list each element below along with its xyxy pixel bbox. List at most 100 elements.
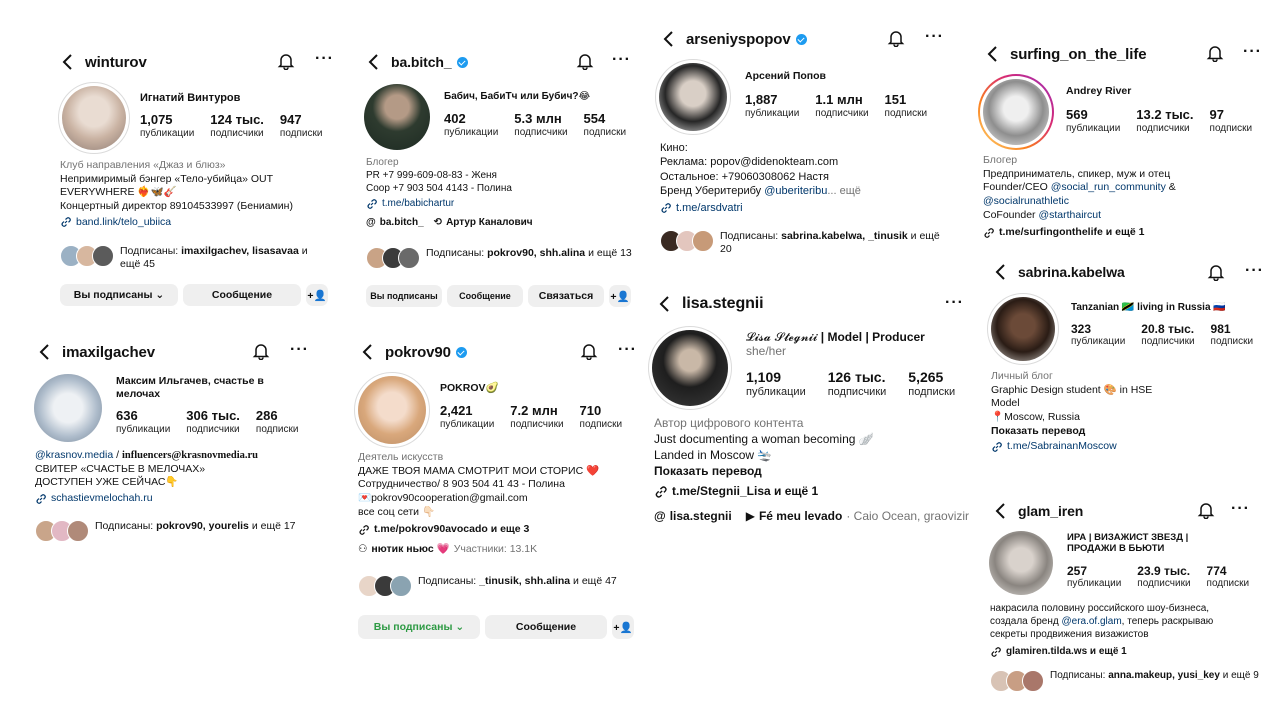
following-button[interactable]: Вы подписаны (366, 285, 442, 307)
profile-avatar[interactable] (655, 59, 731, 135)
back-arrow-icon[interactable] (658, 29, 678, 49)
mutual-followers[interactable]: Подписаны: _tinusik, shh.alina и ещё 47 (358, 575, 638, 597)
translate-link[interactable]: Показать перевод (654, 464, 970, 480)
profile-avatar[interactable] (354, 372, 430, 448)
back-arrow-icon[interactable] (990, 262, 1010, 282)
back-arrow-icon[interactable] (982, 44, 1002, 64)
stat-followers[interactable]: 124 тыс. подписчики (210, 112, 264, 140)
bio-link[interactable]: glamiren.tilda.ws и ещё 1 (990, 645, 1277, 658)
broadcast-channel[interactable]: ⚇ нютик ньюс 💗 Участники: 13.1K (358, 543, 642, 557)
bell-icon[interactable] (1197, 501, 1215, 519)
mention-link[interactable]: @starthaircut (1038, 209, 1101, 221)
back-arrow-icon[interactable] (990, 501, 1010, 521)
profile-avatar[interactable] (987, 293, 1059, 365)
mutual-followers[interactable]: Подписаны: pokrov90, shh.alina и ещё 13 (366, 247, 634, 269)
bell-icon[interactable] (1206, 44, 1224, 62)
add-user-icon[interactable]: +👤 (306, 284, 328, 306)
bio-link[interactable]: schastievmelochah.ru (35, 492, 320, 506)
bell-icon[interactable] (252, 342, 270, 360)
stat-followers[interactable]: 20.8 тыс. подписчики (1141, 322, 1194, 348)
profile-avatar[interactable] (34, 374, 102, 442)
mention-link[interactable]: @socialrunathletic (983, 195, 1278, 209)
bio-link[interactable]: t.me/babichartur (366, 197, 636, 210)
bio-link[interactable]: t.me/Stegnii_Lisa и ещё 1 (654, 484, 970, 500)
bio-link[interactable]: t.me/SabrainanMoscow (991, 440, 1277, 454)
mention-link[interactable]: @era.of.glam (1061, 616, 1121, 627)
stat-followers[interactable]: 5.3 млн подписчики (514, 111, 567, 139)
more-options-icon[interactable]: ··· (1245, 263, 1264, 279)
profile-avatar[interactable] (364, 84, 430, 150)
message-button[interactable]: Сообщение (183, 284, 301, 306)
bell-icon[interactable] (580, 342, 598, 360)
stat-posts[interactable]: 636 публикации (116, 408, 170, 436)
stat-following[interactable]: 710 подписки (580, 403, 623, 431)
more-options-icon[interactable]: ··· (612, 52, 631, 68)
stat-posts[interactable]: 323 публикации (1071, 322, 1125, 348)
brand-mention[interactable]: @uberiteribu (764, 185, 827, 197)
stat-following[interactable]: 947 подписки (280, 112, 323, 140)
mutual-followers[interactable]: Подписаны: pokrov90, yourelis и ещё 17 (35, 520, 315, 542)
stat-followers[interactable]: 13.2 тыс. подписчики (1136, 107, 1193, 135)
mutual-followers[interactable]: Подписаны: imaxilgachev, lisasavaa и ещё… (60, 245, 330, 271)
stat-followers[interactable]: 1.1 млн подписчики (815, 92, 868, 120)
contact-button[interactable]: Связаться (528, 285, 604, 307)
mention-link[interactable]: @social_run_community (1051, 181, 1166, 193)
back-arrow-icon[interactable] (654, 294, 674, 314)
more-options-icon[interactable]: ··· (290, 342, 309, 358)
stat-followers[interactable]: 7.2 млн подписчики (510, 403, 563, 431)
stat-posts[interactable]: 1,109 публикации (746, 369, 806, 399)
threads-link[interactable]: ba.bitch_ (380, 216, 424, 229)
stat-following[interactable]: 774 подписки (1207, 564, 1250, 590)
stat-posts[interactable]: 402 публикации (444, 111, 498, 139)
stat-posts[interactable]: 1,075 публикации (140, 112, 194, 140)
profile-avatar[interactable] (58, 82, 130, 154)
message-button[interactable]: Сообщение (485, 615, 607, 639)
bell-icon[interactable] (887, 29, 905, 47)
stat-following[interactable]: 981 подписки (1211, 322, 1254, 348)
stat-posts[interactable]: 2,421 публикации (440, 403, 494, 431)
add-user-icon[interactable]: +👤 (609, 285, 631, 307)
more-link[interactable]: ... ещё (827, 185, 861, 197)
stat-posts[interactable]: 569 публикации (1066, 107, 1120, 135)
linked-account[interactable]: Артур Каналович (446, 216, 532, 229)
stat-posts[interactable]: 257 публикации (1067, 564, 1121, 590)
bio-link[interactable]: band.link/telo_ubiica (60, 216, 340, 230)
stat-followers[interactable]: 23.9 тыс. подписчики (1137, 564, 1190, 590)
bio-link[interactable]: t.me/arsdvatri (660, 201, 955, 215)
profile-avatar[interactable] (648, 326, 732, 410)
play-icon[interactable]: ▶ (746, 509, 755, 525)
back-arrow-icon[interactable] (357, 342, 377, 362)
profile-avatar[interactable] (978, 74, 1054, 150)
mutual-followers[interactable]: Подписаны: anna.makeup, yusi_key и ещё 9 (990, 670, 1275, 692)
stat-following[interactable]: 151 подписки (885, 92, 928, 120)
bio-link[interactable]: t.me/pokrov90avocado и еще 3 (358, 523, 642, 537)
back-arrow-icon[interactable] (57, 52, 77, 72)
more-options-icon[interactable]: ··· (618, 342, 637, 358)
add-user-icon[interactable]: +👤 (612, 615, 634, 639)
bio-link[interactable]: t.me/surfingonthelife и ещё 1 (983, 226, 1278, 240)
mutual-followers[interactable]: Подписаны: sabrina.kabelwa, _tinusik и е… (660, 230, 950, 256)
threads-link[interactable]: lisa.stegnii (670, 509, 732, 525)
stat-followers[interactable]: 126 тыс. подписчики (828, 369, 887, 399)
following-button[interactable]: Вы подписаны ⌄ (358, 615, 480, 639)
more-options-icon[interactable]: ··· (945, 295, 964, 311)
bell-icon[interactable] (277, 52, 295, 70)
more-options-icon[interactable]: ··· (1243, 44, 1262, 60)
profile-avatar[interactable] (989, 531, 1053, 595)
stat-following[interactable]: 97 подписки (1210, 107, 1253, 135)
stat-followers[interactable]: 306 тыс. подписчики (186, 408, 240, 436)
more-options-icon[interactable]: ··· (1231, 501, 1250, 517)
stat-following[interactable]: 5,265 подписки (908, 369, 955, 399)
message-button[interactable]: Сообщение (447, 285, 523, 307)
back-arrow-icon[interactable] (363, 52, 383, 72)
bell-icon[interactable] (576, 52, 594, 70)
bell-icon[interactable] (1207, 263, 1225, 281)
following-button[interactable]: Вы подписаны ⌄ (60, 284, 178, 306)
mention-link[interactable]: @krasnov.media (35, 449, 113, 461)
more-options-icon[interactable]: ··· (925, 29, 944, 45)
translate-link[interactable]: Показать перевод (991, 425, 1277, 439)
back-arrow-icon[interactable] (34, 342, 54, 362)
stat-posts[interactable]: 1,887 публикации (745, 92, 799, 120)
more-options-icon[interactable]: ··· (315, 51, 334, 67)
profile-music-title[interactable]: Fé meu levado (759, 509, 842, 525)
